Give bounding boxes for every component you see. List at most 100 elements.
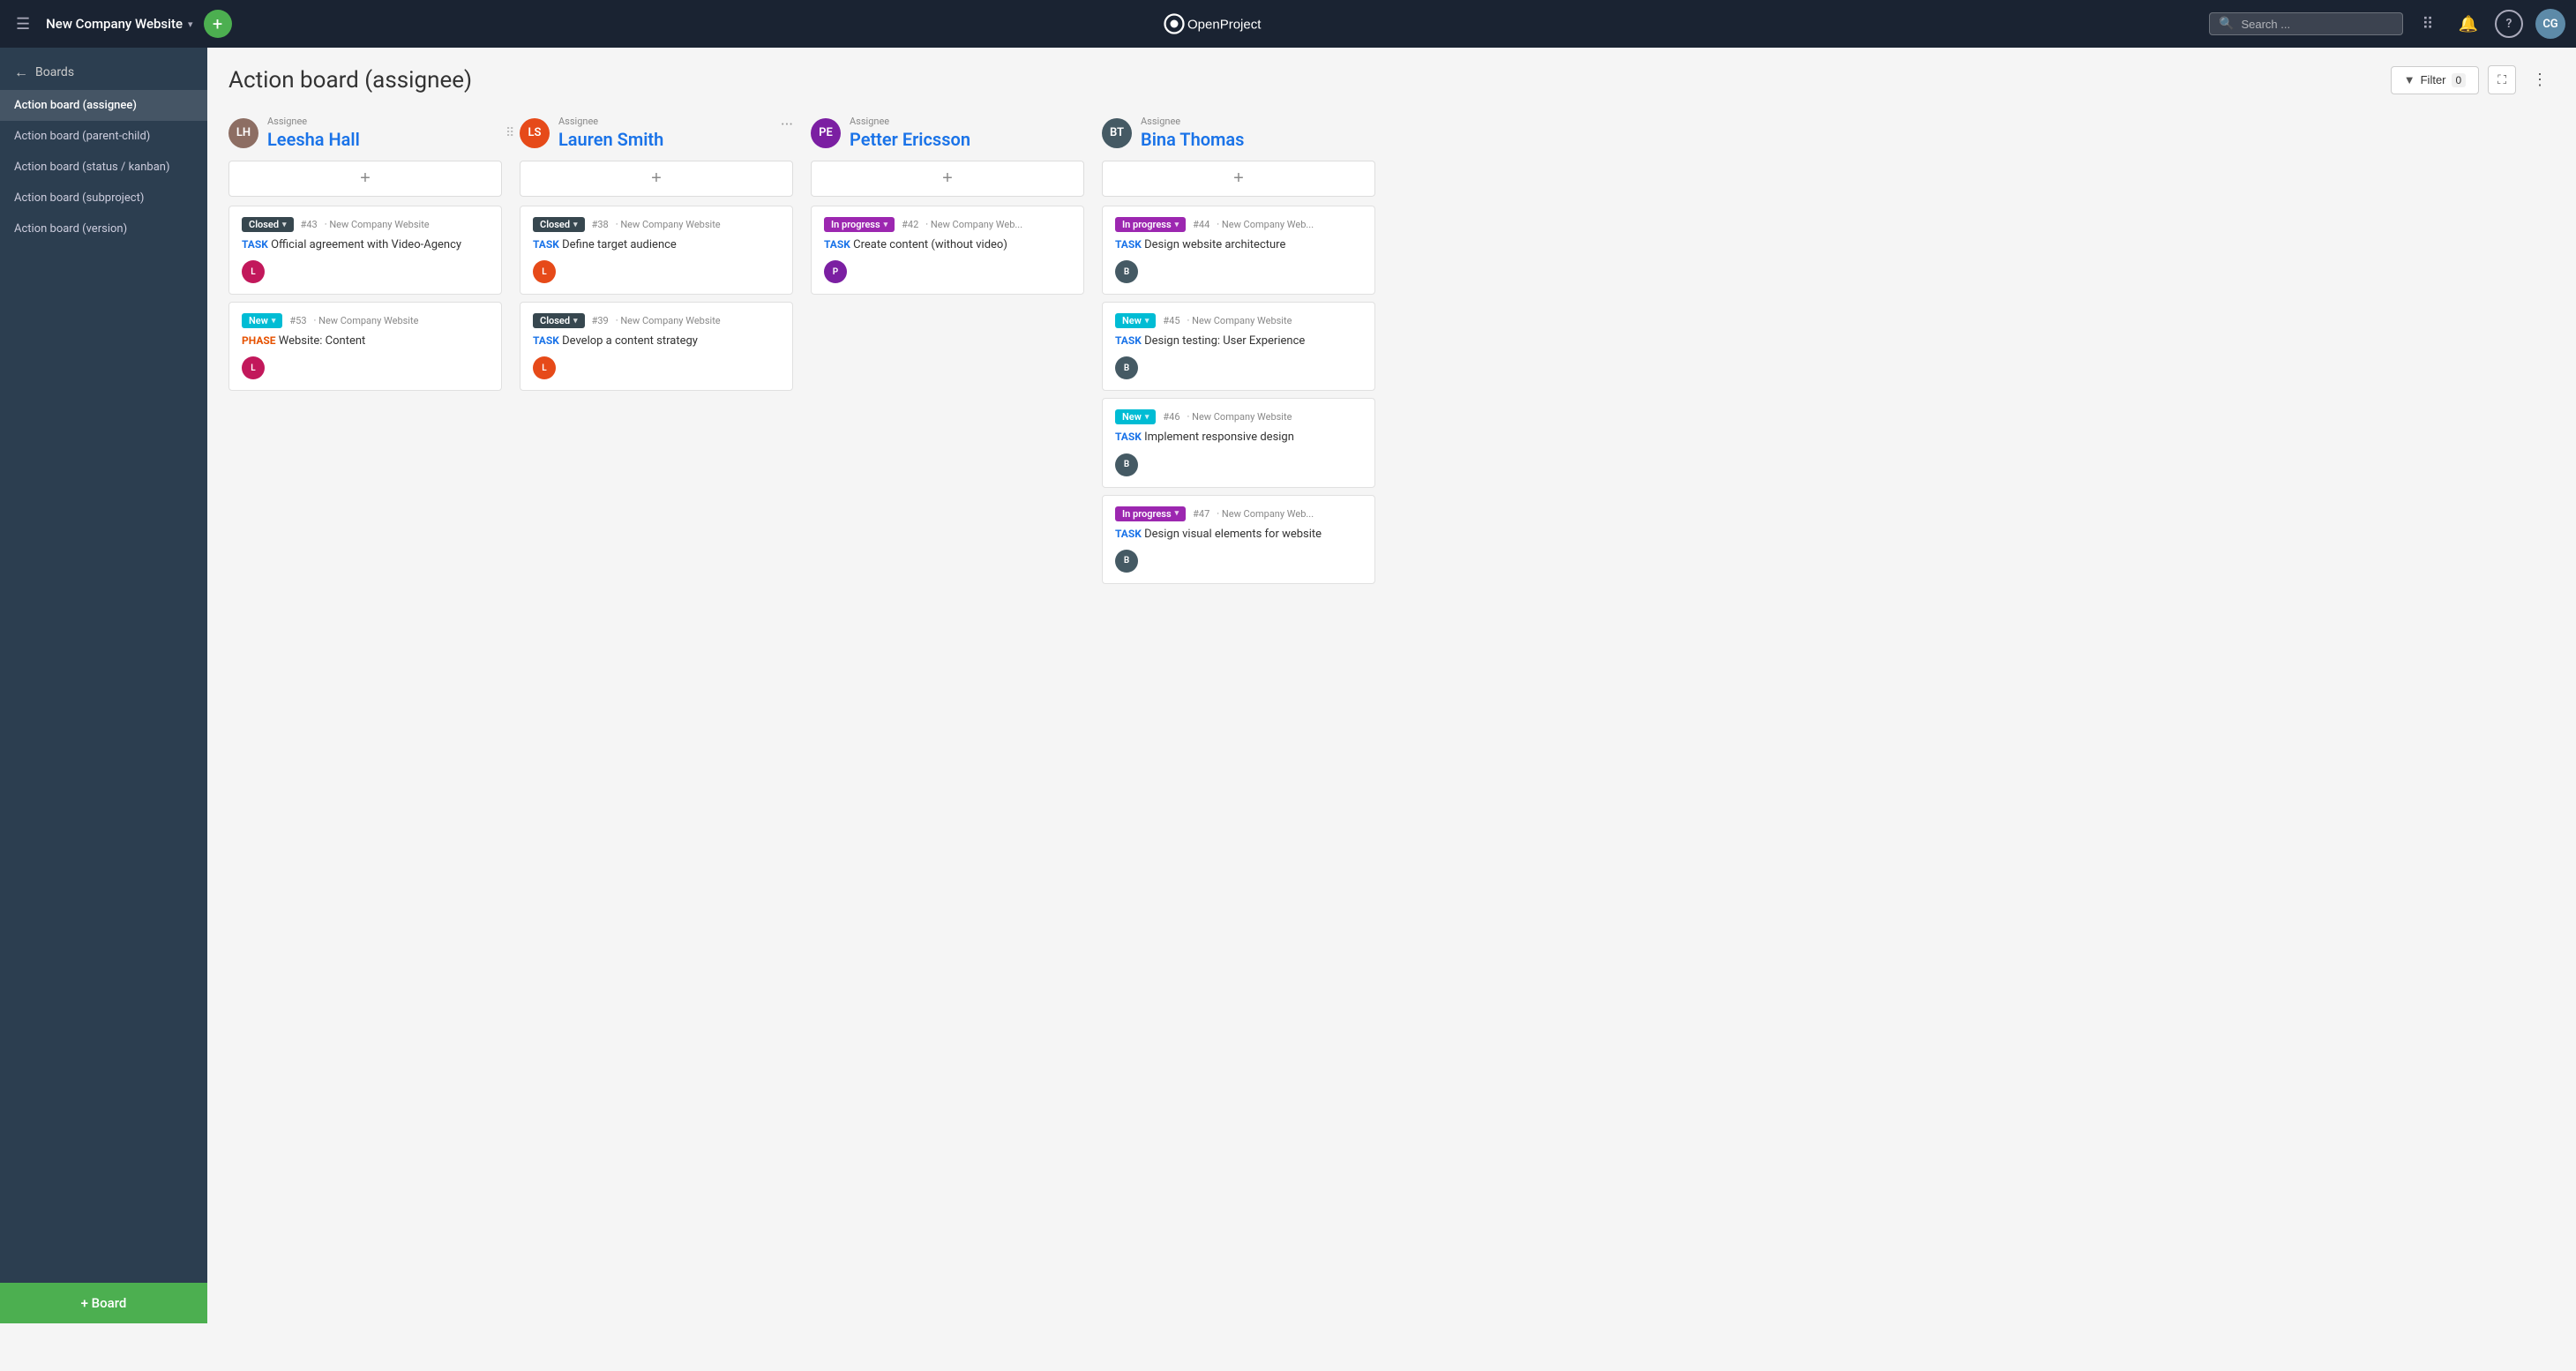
status-badge[interactable]: New▾ [242, 313, 282, 328]
status-badge[interactable]: Closed▾ [533, 313, 585, 328]
card-type-label: TASK [824, 238, 850, 251]
card-id: #43 [301, 219, 318, 230]
badge-caret-icon: ▾ [884, 221, 888, 229]
column-header: ⠿LS Assignee Lauren Smith ··· [520, 116, 793, 150]
status-badge[interactable]: In progress▾ [1115, 217, 1186, 232]
card-project: · New Company Website [616, 315, 721, 326]
column-header: LH Assignee Leesha Hall [228, 116, 502, 150]
add-card-button[interactable]: + [228, 161, 502, 197]
card-avatar-row: B [1115, 260, 1362, 283]
badge-caret-icon: ▾ [1175, 509, 1179, 518]
project-name-button[interactable]: New Company Website ▾ [46, 16, 192, 32]
task-card[interactable]: New▾ #46 · New Company Website TASK Impl… [1102, 398, 1375, 487]
column-assignee-name: Petter Ericsson [850, 129, 1084, 150]
search-input[interactable] [2241, 18, 2393, 31]
card-title: PHASE Website: Content [242, 333, 489, 349]
status-badge[interactable]: Closed▾ [533, 217, 585, 232]
sidebar: ← Boards Action board (assignee)Action b… [0, 48, 207, 1323]
task-card[interactable]: In progress▾ #44 · New Company Web... TA… [1102, 206, 1375, 295]
page-actions: ▼ Filter 0 ⛶ ⋮ [2391, 65, 2555, 94]
card-project: · New Company Web... [925, 219, 1022, 230]
project-caret-icon: ▾ [188, 19, 193, 30]
filter-count: 0 [2452, 73, 2467, 87]
card-title: TASK Create content (without video) [824, 237, 1071, 253]
card-title: TASK Design testing: User Experience [1115, 333, 1362, 349]
filter-button[interactable]: ▼ Filter 0 [2391, 66, 2479, 94]
app-logo: OpenProject [243, 11, 2198, 37]
card-project: · New Company Web... [1217, 219, 1314, 230]
notifications-icon[interactable]: 🔔 [2454, 10, 2482, 38]
card-header-row: New▾ #46 · New Company Website [1115, 409, 1362, 424]
card-title: TASK Define target audience [533, 237, 780, 253]
page-header: Action board (assignee) ▼ Filter 0 ⛶ ⋮ [228, 65, 2555, 94]
task-card[interactable]: In progress▾ #47 · New Company Web... TA… [1102, 495, 1375, 584]
badge-caret-icon: ▾ [573, 317, 578, 326]
column-drag-handle-icon[interactable]: ⠿ [505, 126, 514, 140]
card-header-row: New▾ #45 · New Company Website [1115, 313, 1362, 328]
back-arrow-icon: ← [14, 64, 28, 81]
board-column: BT Assignee Bina Thomas + In progress▾ #… [1102, 116, 1375, 591]
filter-icon: ▼ [2404, 73, 2415, 86]
status-badge[interactable]: In progress▾ [824, 217, 895, 232]
column-assignee-avatar: PE [811, 118, 841, 148]
grid-menu-icon[interactable]: ⠿ [2414, 10, 2442, 38]
status-badge[interactable]: New▾ [1115, 409, 1156, 424]
more-options-button[interactable]: ⋮ [2525, 67, 2555, 93]
card-type-label: PHASE [242, 334, 276, 347]
card-assignee-avatar: L [242, 356, 265, 379]
card-title: TASK Develop a content strategy [533, 333, 780, 349]
help-icon[interactable]: ? [2495, 10, 2523, 38]
sidebar-item[interactable]: Action board (status / kanban) [0, 152, 207, 183]
card-header-row: New▾ #53 · New Company Website [242, 313, 489, 328]
card-assignee-avatar: B [1115, 356, 1138, 379]
sidebar-item[interactable]: Action board (subproject) [0, 183, 207, 214]
card-title: TASK Official agreement with Video-Agenc… [242, 237, 489, 253]
sidebar-item[interactable]: Action board (parent-child) [0, 121, 207, 152]
add-board-button[interactable]: + Board [0, 1283, 207, 1323]
add-card-button[interactable]: + [811, 161, 1084, 197]
task-card[interactable]: New▾ #53 · New Company Website PHASE Web… [228, 302, 502, 391]
task-card[interactable]: Closed▾ #43 · New Company Website TASK O… [228, 206, 502, 295]
card-header-row: Closed▾ #43 · New Company Website [242, 217, 489, 232]
sidebar-spacer [0, 244, 207, 1283]
task-card[interactable]: Closed▾ #39 · New Company Website TASK D… [520, 302, 793, 391]
sidebar-item[interactable]: Action board (version) [0, 214, 207, 244]
sidebar-back-button[interactable]: ← Boards [0, 48, 207, 90]
card-type-label: TASK [1115, 238, 1142, 251]
user-avatar[interactable]: CG [2535, 9, 2565, 39]
card-type-label: TASK [1115, 431, 1142, 443]
task-card[interactable]: In progress▾ #42 · New Company Web... TA… [811, 206, 1084, 295]
status-badge[interactable]: Closed▾ [242, 217, 294, 232]
search-bar[interactable]: 🔍 [2209, 12, 2403, 35]
fullscreen-button[interactable]: ⛶ [2488, 65, 2516, 94]
top-navigation: ☰ New Company Website ▾ + OpenProject 🔍 … [0, 0, 2576, 48]
card-title: TASK Implement responsive design [1115, 430, 1362, 446]
status-badge[interactable]: In progress▾ [1115, 506, 1186, 521]
badge-caret-icon: ▾ [272, 317, 276, 326]
add-card-button[interactable]: + [1102, 161, 1375, 197]
new-item-button[interactable]: + [204, 10, 232, 38]
hamburger-menu-icon[interactable]: ☰ [11, 10, 35, 39]
status-badge[interactable]: New▾ [1115, 313, 1156, 328]
column-more-options-icon[interactable]: ··· [781, 116, 793, 134]
column-assignee-label: Assignee [558, 116, 793, 127]
add-card-button[interactable]: + [520, 161, 793, 197]
column-assignee-label: Assignee [1141, 116, 1375, 127]
card-assignee-avatar: L [533, 260, 556, 283]
card-assignee-avatar: B [1115, 260, 1138, 283]
page-title: Action board (assignee) [228, 67, 472, 94]
sidebar-item[interactable]: Action board (assignee) [0, 90, 207, 121]
card-header-row: In progress▾ #47 · New Company Web... [1115, 506, 1362, 521]
board-column: LH Assignee Leesha Hall + Closed▾ #43 · … [228, 116, 502, 398]
column-header-info: Assignee Bina Thomas [1141, 116, 1375, 150]
card-type-label: TASK [533, 334, 559, 347]
card-avatar-row: L [242, 356, 489, 379]
card-avatar-row: B [1115, 453, 1362, 476]
task-card[interactable]: New▾ #45 · New Company Website TASK Desi… [1102, 302, 1375, 391]
task-card[interactable]: Closed▾ #38 · New Company Website TASK D… [520, 206, 793, 295]
column-assignee-label: Assignee [267, 116, 502, 127]
badge-caret-icon: ▾ [573, 221, 578, 229]
card-header-row: Closed▾ #38 · New Company Website [533, 217, 780, 232]
project-name-label: New Company Website [46, 16, 183, 32]
card-avatar-row: B [1115, 356, 1362, 379]
